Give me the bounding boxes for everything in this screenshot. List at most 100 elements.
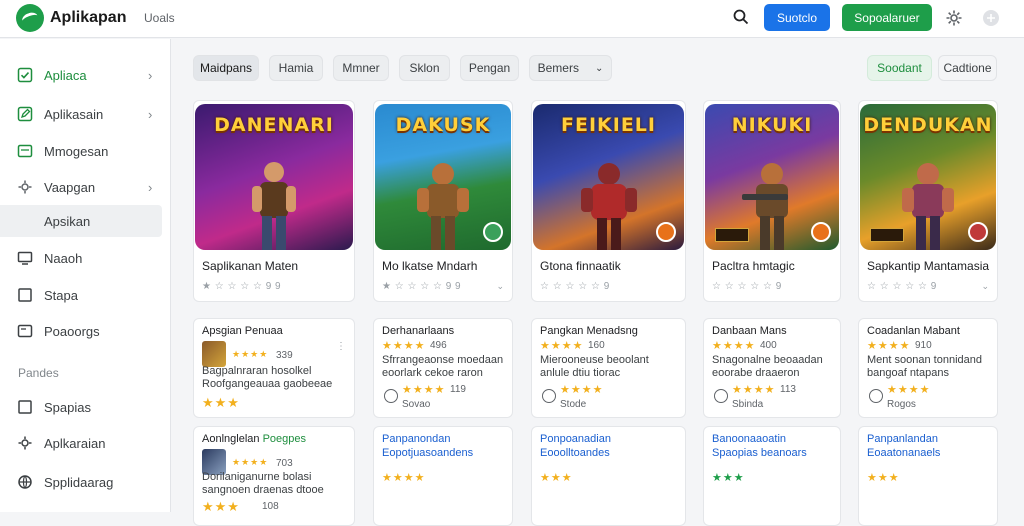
top-bar: Aplikapan Uoals Suotclo Sopoalaruer xyxy=(0,0,1024,38)
rating-count: 160 xyxy=(588,340,605,351)
sidebar-item-label: Vaapgan xyxy=(44,179,96,195)
card-title-text: Aonlnglelan xyxy=(202,433,260,445)
game-name: Saplikanan Maten xyxy=(202,259,299,273)
dropdown-label: Bemers xyxy=(537,61,579,75)
edit-icon xyxy=(17,106,33,122)
card-title: Coadanlan Mabant xyxy=(867,325,960,337)
more-icon[interactable]: ⋮ xyxy=(336,341,346,352)
filter-chip-pengan[interactable]: Pengan xyxy=(460,55,519,81)
sidebar-item-vaapgan[interactable]: Vaapgan › xyxy=(0,171,170,203)
rating-count: 108 xyxy=(262,501,279,512)
profile-icon[interactable] xyxy=(982,9,1000,27)
sidebar-item-aplikasain[interactable]: Aplikasain › xyxy=(0,98,170,130)
filter-dropdown-bemers[interactable]: Bemers ⌄ xyxy=(529,55,612,81)
info-icon xyxy=(542,389,556,403)
info-icon xyxy=(869,389,883,403)
app-logo[interactable] xyxy=(16,4,44,32)
info-icon xyxy=(714,389,728,403)
game-card[interactable]: DENDUKAN Sapkantip Mantamasia ☆ ☆ ☆ ☆ ☆ … xyxy=(858,100,998,302)
filter-chip-hamia[interactable]: Hamia xyxy=(269,55,323,81)
app-card[interactable]: Panpanondan Eopotjuasoandens ★★★★ xyxy=(373,426,513,526)
filter-chip-cadtione[interactable]: Cadtione xyxy=(938,55,997,81)
card-title: Derhanarlaans xyxy=(382,325,455,337)
card-description: Ment soonan tonnidand bangoaf ntapans xyxy=(867,354,982,379)
filter-chip-mmner[interactable]: Mmner xyxy=(333,55,389,81)
check-square-icon xyxy=(17,67,33,83)
sidebar-item-spplidaarag[interactable]: Spplidaarag xyxy=(0,466,170,498)
sidebar-item-naaoh[interactable]: Naaoh xyxy=(0,242,170,274)
card-description: Dorilaniganurne bolasi sangnoen draenas … xyxy=(202,471,324,496)
game-card[interactable]: NIKUKI Pacltra hmtagic ☆ ☆ ☆ ☆ ☆ 9 xyxy=(703,100,841,302)
sidebar-item-mmogesan[interactable]: Mmogesan xyxy=(0,135,170,167)
app-card[interactable]: Derhanarlaans ★★★★ 496 Sfrrangeaonse moe… xyxy=(373,318,513,418)
thumbnail-title: FEIKIELI xyxy=(561,114,656,136)
app-title: Aplikapan xyxy=(50,9,127,26)
sidebar-item-label: Aplikasain xyxy=(44,106,104,122)
card-footer: Stode xyxy=(560,399,587,410)
card-title-tag: Poegpes xyxy=(262,433,306,445)
sidebar-item-label: Aplkaraian xyxy=(44,435,106,451)
green-action-button[interactable]: Sopoalaruer xyxy=(842,4,932,31)
rating-count: 400 xyxy=(760,340,777,351)
card-title: Ponpoanadian xyxy=(540,433,611,445)
game-card[interactable]: DAKUSK Mo lkatse Mndarh ★ ☆ ☆ ☆ ☆ 9 9 ⌄ xyxy=(373,100,513,302)
app-card[interactable]: Danbaan Mans ★★★★ 400 Snagonalne beoaada… xyxy=(703,318,841,418)
search-icon[interactable] xyxy=(733,9,749,25)
app-card[interactable]: Banoonaaoatin Spaopias beanoars ★★★ xyxy=(703,426,841,526)
rating-stars: ★★★★ xyxy=(560,384,604,396)
card-description: Sfrrangeaonse moedaan eoorlark cekoe rar… xyxy=(382,354,504,379)
rating-stars: ★★★ xyxy=(540,472,573,484)
rating-stars: ★★★★ xyxy=(867,340,911,352)
game-rating: ☆ ☆ ☆ ☆ ☆ 9 xyxy=(712,281,782,292)
character-art xyxy=(417,163,469,250)
game-thumbnail: DAKUSK xyxy=(375,104,511,250)
sidebar-item-spapias[interactable]: Spapias xyxy=(0,391,170,423)
sidebar-item-apliaca[interactable]: Apliaca › xyxy=(0,59,170,91)
sidebar-item-poaoorgs[interactable]: Poaoorgs xyxy=(0,315,170,347)
rating-stars: ★★★ xyxy=(867,472,900,484)
card-footer: Sovao xyxy=(402,399,431,410)
app-card[interactable]: Aonlnglelan Poegpes ★★★★ 703 Dorilanigan… xyxy=(193,426,355,526)
sidebar-item-apsikan[interactable]: Apsikan xyxy=(0,205,162,237)
sidebar-item-label: Stapa xyxy=(44,287,78,303)
chevron-right-icon: › xyxy=(148,179,153,195)
filter-chip-maidpans[interactable]: Maidpans xyxy=(193,55,259,81)
game-card[interactable]: DANENARI Saplikanan Maten ★ ☆ ☆ ☆ ☆ 9 9 xyxy=(193,100,355,302)
app-card[interactable]: Ponpoanadian Eooolltoandes ★★★ xyxy=(531,426,686,526)
game-thumbnail: DANENARI xyxy=(195,104,353,250)
app-card[interactable]: Coadanlan Mabant ★★★★ 910 Ment soonan to… xyxy=(858,318,998,418)
panel-icon xyxy=(17,324,33,338)
sidebar-item-label: Mmogesan xyxy=(44,143,109,159)
settings-icon[interactable] xyxy=(945,9,963,27)
sidebar-item-label: Naaoh xyxy=(44,250,83,266)
sidebar: Apliaca › Aplikasain › Mmogesan Vaapgan … xyxy=(0,39,171,512)
game-rating: ★ ☆ ☆ ☆ ☆ 9 9 xyxy=(382,281,462,292)
game-name: Gtona finnaatik xyxy=(540,259,621,273)
game-badge-icon xyxy=(656,222,676,242)
sidebar-item-stapa[interactable]: Stapa xyxy=(0,279,170,311)
filter-chip-sklon[interactable]: Sklon xyxy=(399,55,450,81)
game-name: Pacltra hmtagic xyxy=(712,259,795,273)
rating-stars: ★★★★ xyxy=(540,340,584,352)
game-name: Sapkantip Mantamasia xyxy=(867,259,990,273)
character-art xyxy=(742,163,788,250)
app-card[interactable]: Apsgian Penuaa ★★★★ 339 ⋮ Bagpalnraran h… xyxy=(193,318,355,418)
app-card[interactable]: Pangkan Menadsng ★★★★ 160 Mierooneuse be… xyxy=(531,318,686,418)
sidebar-item-aplkaraian[interactable]: Aplkaraian xyxy=(0,427,170,459)
card-description: Snagonalne beoaadan eoorabe draaeron xyxy=(712,354,823,379)
sidebar-item-label: Apsikan xyxy=(44,213,91,229)
filter-chip-soodant[interactable]: Soodant xyxy=(867,55,932,81)
card-title: Danbaan Mans xyxy=(712,325,787,337)
nav-link[interactable]: Uoals xyxy=(144,11,175,25)
card-title: Apsgian Penuaa xyxy=(202,325,283,337)
card-description: Bagpalnraran hosolkel Roofgangeauaa gaob… xyxy=(202,365,333,390)
chevron-down-icon: ⌄ xyxy=(981,281,989,291)
app-card[interactable]: Panpanlandan Eoaatonanaels ★★★ xyxy=(858,426,998,526)
rating-stars: ★★★ xyxy=(712,472,745,484)
thumbnail-title: DAKUSK xyxy=(395,114,491,136)
globe-icon xyxy=(18,475,32,489)
rating-count: 910 xyxy=(915,340,932,351)
game-card[interactable]: FEIKIELI Gtona finnaatik ☆ ☆ ☆ ☆ ☆ 9 xyxy=(531,100,686,302)
primary-action-button[interactable]: Suotclo xyxy=(764,4,830,31)
game-thumbnail: FEIKIELI xyxy=(533,104,684,250)
